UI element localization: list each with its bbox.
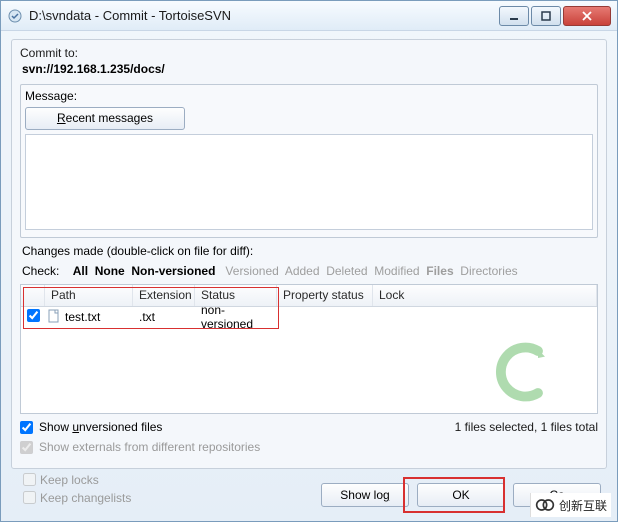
row-path: test.txt <box>65 310 100 324</box>
filter-nonversioned[interactable]: Non-versioned <box>131 264 215 278</box>
recent-messages-text: ecent messages <box>66 111 153 125</box>
filter-deleted[interactable]: Deleted <box>326 264 367 278</box>
filter-files[interactable]: Files <box>426 264 453 278</box>
filter-versioned[interactable]: Versioned <box>225 264 278 278</box>
brand-text: 创新互联 <box>559 497 607 514</box>
watermark-icon <box>479 337 569 407</box>
col-property[interactable]: Property status <box>277 285 373 306</box>
col-lock[interactable]: Lock <box>373 285 597 306</box>
message-group: Message: Recent messages <box>20 84 598 238</box>
row-status: non-versioned <box>195 301 277 333</box>
show-log-button[interactable]: Show log <box>321 483 409 507</box>
message-textarea[interactable] <box>25 134 593 230</box>
brand-logo-icon <box>535 495 555 515</box>
bottom-options: Keep locks Keep changelists <box>23 471 131 507</box>
show-externals-checkbox <box>20 441 33 454</box>
message-label: Message: <box>25 89 593 103</box>
close-button[interactable] <box>563 6 611 26</box>
show-unversioned-checkbox[interactable] <box>20 421 33 434</box>
filter-all[interactable]: All <box>73 264 88 278</box>
check-filters: Check: All None Non-versioned Versioned … <box>20 262 598 284</box>
keep-changelists-checkbox <box>23 491 36 504</box>
commit-window: D:\svndata - Commit - TortoiseSVN Commit… <box>0 0 618 522</box>
table-row[interactable]: test.txt .txt non-versioned <box>21 307 597 327</box>
keep-locks-checkbox <box>23 473 36 486</box>
row-extension: .txt <box>133 308 195 326</box>
col-path[interactable]: Path <box>45 285 133 306</box>
file-icon <box>47 309 61 326</box>
row-checkbox[interactable] <box>27 309 40 322</box>
filter-modified[interactable]: Modified <box>374 264 419 278</box>
file-list-header: Path Extension Status Property status Lo… <box>21 285 597 307</box>
maximize-button[interactable] <box>531 6 561 26</box>
ok-button[interactable]: OK <box>417 483 505 507</box>
filter-none[interactable]: None <box>95 264 125 278</box>
app-icon <box>7 8 23 24</box>
brand-overlay: 创新互联 <box>530 493 611 517</box>
col-checkbox[interactable] <box>21 285 45 306</box>
col-extension[interactable]: Extension <box>133 285 195 306</box>
row-property <box>277 315 373 319</box>
window-title: D:\svndata - Commit - TortoiseSVN <box>29 8 497 23</box>
footer-row-2: Show externals from different repositori… <box>20 440 598 454</box>
footer-row-1: Show unversioned files 1 files selected,… <box>20 420 598 434</box>
changes-label: Changes made (double-click on file for d… <box>22 244 598 258</box>
check-label: Check: <box>22 264 59 278</box>
titlebar[interactable]: D:\svndata - Commit - TortoiseSVN <box>1 1 617 31</box>
window-controls <box>497 6 611 26</box>
keep-locks-label: Keep locks <box>40 473 99 487</box>
keep-changelists-label: Keep changelists <box>40 491 131 505</box>
content-area: Commit to: svn://192.168.1.235/docs/ Mes… <box>1 31 617 521</box>
show-externals-label: Show externals from different repositori… <box>39 440 260 454</box>
show-unversioned-label: Show unversioned files <box>39 420 162 434</box>
commit-to-label: Commit to: <box>20 46 598 60</box>
filter-added[interactable]: Added <box>285 264 320 278</box>
recent-messages-button[interactable]: Recent messages <box>25 107 185 130</box>
commit-url: svn://192.168.1.235/docs/ <box>22 62 598 76</box>
commit-group: Commit to: svn://192.168.1.235/docs/ Mes… <box>11 39 607 469</box>
row-lock <box>373 315 597 319</box>
filter-directories[interactable]: Directories <box>460 264 517 278</box>
file-list[interactable]: Path Extension Status Property status Lo… <box>20 284 598 414</box>
selection-status: 1 files selected, 1 files total <box>455 420 598 434</box>
minimize-button[interactable] <box>499 6 529 26</box>
